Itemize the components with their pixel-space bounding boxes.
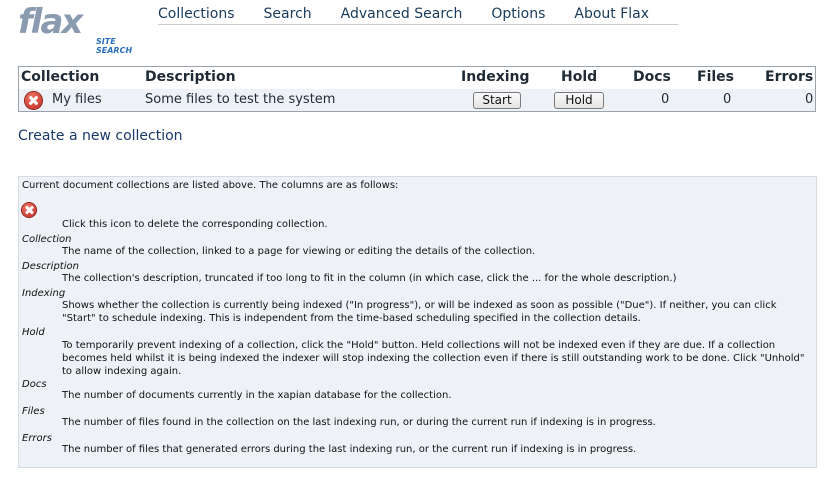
table-row: My files Some files to test the system S… [19, 89, 815, 111]
header-description: Description [145, 69, 236, 85]
collection-description: Some files to test the system [145, 92, 336, 107]
flax-logo[interactable]: flax SITE SEARCH [18, 2, 144, 55]
logo-text: flax [18, 2, 83, 42]
header-files: Files [697, 69, 734, 85]
help-panel: Current document collections are listed … [18, 176, 817, 468]
help-term-files: Files [22, 406, 45, 417]
nav-search[interactable]: Search [264, 4, 312, 24]
collection-name-link[interactable]: My files [52, 92, 102, 107]
help-desc-description: The collection's description, truncated … [62, 273, 677, 284]
help-term-collection: Collection [22, 234, 72, 245]
help-desc-docs: The number of documents currently in the… [62, 390, 452, 401]
docs-count: 0 [661, 92, 670, 107]
help-term-description: Description [22, 261, 79, 272]
start-indexing-button[interactable]: Start [473, 92, 521, 109]
hold-button[interactable]: Hold [554, 92, 604, 109]
collections-table: Collection Description Indexing Hold Doc… [18, 66, 816, 112]
help-desc-collection: The name of the collection, linked to a … [62, 246, 536, 257]
table-header: Collection Description Indexing Hold Doc… [19, 67, 815, 89]
errors-count: 0 [805, 92, 814, 107]
help-term-docs: Docs [22, 379, 47, 390]
help-term-hold: Hold [22, 327, 45, 338]
nav-about-flax[interactable]: About Flax [574, 4, 649, 24]
help-desc-errors: The number of files that generated error… [62, 444, 637, 455]
files-count: 0 [723, 92, 732, 107]
delete-collection-icon[interactable] [25, 92, 42, 109]
help-term-errors: Errors [22, 433, 52, 444]
help-desc-hold: To temporarily prevent indexing of a col… [62, 340, 805, 377]
help-desc-indexing: Shows whether the collection is currentl… [62, 300, 777, 324]
help-term-indexing: Indexing [22, 288, 66, 299]
delete-icon-example [22, 203, 36, 217]
header-indexing: Indexing [461, 69, 530, 85]
logo-subtitle: SITE SEARCH [96, 37, 133, 55]
help-delete-desc: Click this icon to delete the correspond… [62, 219, 328, 230]
main-nav: Collections Search Advanced Search Optio… [158, 4, 678, 25]
header-collection: Collection [21, 69, 100, 85]
nav-collections[interactable]: Collections [158, 4, 235, 24]
nav-advanced-search[interactable]: Advanced Search [341, 4, 463, 24]
header-docs: Docs [633, 69, 671, 85]
create-collection-link[interactable]: Create a new collection [18, 128, 183, 144]
header-errors: Errors [765, 69, 814, 85]
nav-options[interactable]: Options [491, 4, 545, 24]
help-intro: Current document collections are listed … [22, 180, 399, 191]
help-desc-files: The number of files found in the collect… [62, 417, 656, 428]
header-hold: Hold [561, 69, 598, 85]
